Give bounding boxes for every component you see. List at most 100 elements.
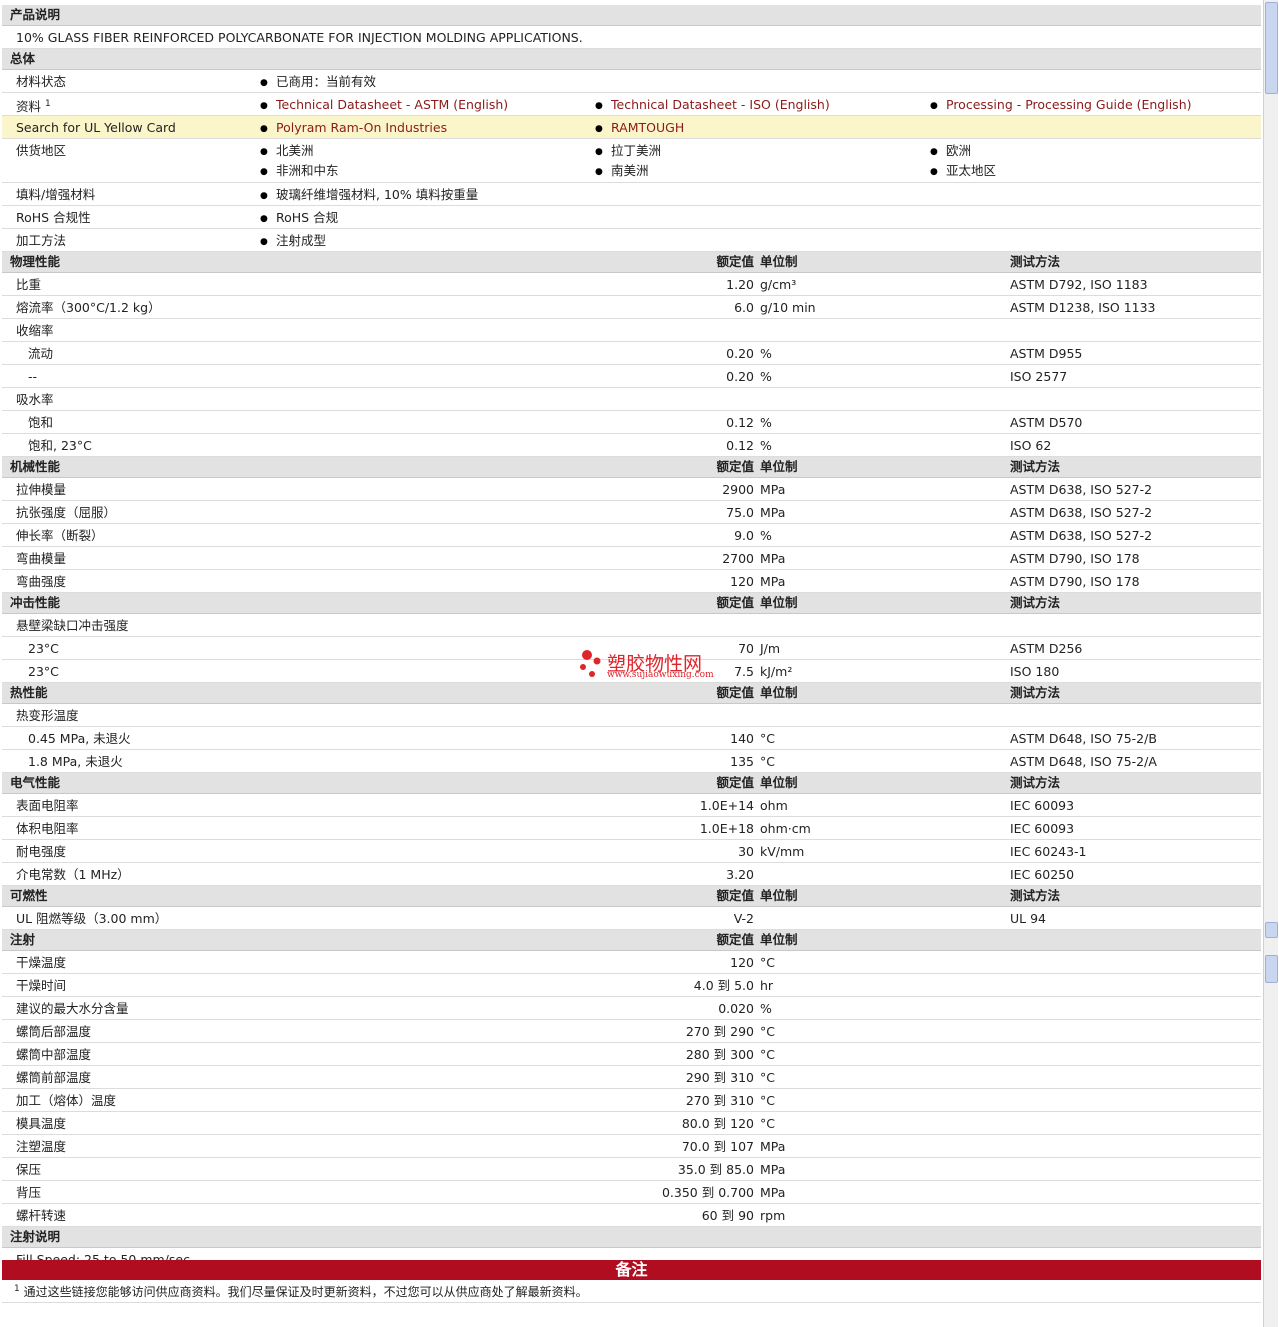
- literature-link-astm[interactable]: Technical Datasheet - ASTM (English): [260, 93, 508, 116]
- description-text: 10% GLASS FIBER REINFORCED POLYCARBONATE…: [16, 30, 583, 45]
- row-value: 30: [738, 844, 754, 859]
- column-header-unit: 单位制: [760, 685, 798, 700]
- row-value: 3.20: [726, 867, 754, 882]
- row-unit: MPa: [760, 1185, 786, 1200]
- table-row: 收缩率: [2, 319, 1261, 342]
- row-value: 280 到 300: [685, 1047, 754, 1062]
- row-test-method: ASTM D790, ISO 178: [1010, 574, 1140, 589]
- section-header-description: 产品说明: [2, 5, 1261, 26]
- literature-link-iso[interactable]: Technical Datasheet - ISO (English): [595, 93, 830, 116]
- row-label: 螺杆转速: [16, 1208, 67, 1223]
- rohs-row: RoHS 合规性 RoHS 合规: [2, 206, 1261, 229]
- row-test-method: ASTM D792, ISO 1183: [1010, 277, 1148, 292]
- column-header-test: 测试方法: [1010, 775, 1061, 790]
- row-unit: MPa: [760, 574, 786, 589]
- row-test-method: ASTM D1238, ISO 1133: [1010, 300, 1156, 315]
- row-label: 熔流率（300°C/1.2 kg）: [16, 300, 161, 315]
- scrollbar-thumb-upper[interactable]: [1265, 2, 1278, 94]
- row-unit: %: [760, 415, 772, 430]
- row-value: 75.0: [726, 505, 754, 520]
- row-value: V-2: [733, 911, 754, 926]
- divider: [2, 1302, 1261, 1303]
- ul-link-ramtough[interactable]: RAMTOUGH: [595, 116, 684, 139]
- row-unit: MPa: [760, 482, 786, 497]
- row-label: 填料/增强材料: [16, 187, 96, 202]
- row-value: 60 到 90: [701, 1208, 754, 1223]
- row-test-method: ASTM D648, ISO 75-2/A: [1010, 754, 1157, 769]
- watermark-dots-icon: [580, 650, 601, 677]
- row-label: 饱和, 23°C: [28, 438, 92, 453]
- table-row: 螺筒后部温度 270 到 290 °C: [2, 1020, 1261, 1043]
- column-header-test: 测试方法: [1010, 888, 1061, 903]
- column-header-unit: 单位制: [760, 932, 798, 947]
- row-value: 4.0 到 5.0: [693, 978, 754, 993]
- column-header-nominal: 额定值: [716, 888, 754, 903]
- row-label: 材料状态: [16, 74, 67, 89]
- row-value: 70.0 到 107: [681, 1139, 754, 1154]
- row-unit: MPa: [760, 1162, 786, 1177]
- table-row: 干燥温度 120 °C: [2, 951, 1261, 974]
- table-row: 0.45 MPa, 未退火 140 °C ASTM D648, ISO 75-2/B: [2, 727, 1261, 750]
- column-header-test: 测试方法: [1010, 685, 1061, 700]
- section-header-electrical: 电气性能 额定值 单位制 测试方法: [2, 773, 1261, 794]
- row-value: 0.20: [726, 369, 754, 384]
- row-label: 比重: [16, 277, 42, 292]
- column-header-unit: 单位制: [760, 254, 798, 269]
- table-row: 体积电阻率 1.0E+18 ohm·cm IEC 60093: [2, 817, 1261, 840]
- row-unit: MPa: [760, 505, 786, 520]
- row-label: 耐电强度: [16, 844, 67, 859]
- row-value: 140: [730, 731, 754, 746]
- row-value: 2900: [722, 482, 754, 497]
- row-label: 悬壁梁缺口冲击强度: [16, 618, 129, 633]
- table-row: 弯曲模量 2700 MPa ASTM D790, ISO 178: [2, 547, 1261, 570]
- row-label: 建议的最大水分含量: [16, 1001, 129, 1016]
- row-label: 资料 1: [16, 93, 51, 116]
- row-value: 270 到 290: [685, 1024, 754, 1039]
- row-label: 背压: [16, 1185, 42, 1200]
- row-label: 介电常数（1 MHz）: [16, 867, 130, 882]
- row-label: 供货地区: [16, 143, 67, 158]
- table-row: 抗张强度（屈服） 75.0 MPa ASTM D638, ISO 527-2: [2, 501, 1261, 524]
- row-value: 0.020: [718, 1001, 754, 1016]
- row-value: 0.12: [726, 438, 754, 453]
- row-unit: g/10 min: [760, 300, 816, 315]
- row-value: 6.0: [734, 300, 754, 315]
- row-label: 拉伸模量: [16, 482, 67, 497]
- row-label: 螺筒前部温度: [16, 1070, 92, 1085]
- row-test-method: UL 94: [1010, 911, 1046, 926]
- row-label: 1.8 MPa, 未退火: [28, 754, 123, 769]
- row-label: 体积电阻率: [16, 821, 79, 836]
- section-title: 注射说明: [10, 1229, 61, 1244]
- vertical-scrollbar[interactable]: [1263, 0, 1278, 1327]
- scrollbar-thumb-lower[interactable]: [1265, 955, 1278, 983]
- column-header-unit: 单位制: [760, 775, 798, 790]
- column-header-nominal: 额定值: [716, 254, 754, 269]
- row-value: 70: [738, 641, 754, 656]
- row-test-method: IEC 60093: [1010, 821, 1075, 836]
- processing-method-value: 注射成型: [260, 229, 326, 252]
- table-row: 保压 35.0 到 85.0 MPa: [2, 1158, 1261, 1181]
- row-label: 干燥时间: [16, 978, 67, 993]
- row-label: 保压: [16, 1162, 42, 1177]
- row-unit: ohm·cm: [760, 821, 811, 836]
- table-row: 背压 0.350 到 0.700 MPa: [2, 1181, 1261, 1204]
- section-title: 注射: [10, 932, 36, 947]
- row-label: 加工（熔体）温度: [16, 1093, 117, 1108]
- column-header-test: 测试方法: [1010, 459, 1061, 474]
- filler-value: 玻璃纤维增强材料, 10% 填料按重量: [260, 183, 478, 206]
- section-title: 总体: [10, 51, 36, 66]
- ul-yellow-card-row: Search for UL Yellow Card Polyram Ram-On…: [2, 116, 1261, 139]
- table-row: UL 阻燃等级（3.00 mm） V-2 UL 94: [2, 907, 1261, 930]
- column-header-nominal: 额定值: [716, 775, 754, 790]
- table-row: 1.8 MPa, 未退火 135 °C ASTM D648, ISO 75-2/A: [2, 750, 1261, 773]
- table-row: 饱和, 23°C 0.12% ISO 62: [2, 434, 1261, 457]
- scrollbar-thumb-mid[interactable]: [1265, 922, 1278, 938]
- row-label: 干燥温度: [16, 955, 67, 970]
- row-label: --: [28, 369, 38, 384]
- rohs-value: RoHS 合规: [260, 206, 338, 229]
- row-test-method: ASTM D955: [1010, 346, 1083, 361]
- literature-link-processing[interactable]: Processing - Processing Guide (English): [930, 93, 1192, 116]
- row-unit: °C: [760, 1047, 775, 1062]
- row-test-method: ASTM D638, ISO 527-2: [1010, 528, 1153, 543]
- ul-link-polyram[interactable]: Polyram Ram-On Industries: [260, 116, 447, 139]
